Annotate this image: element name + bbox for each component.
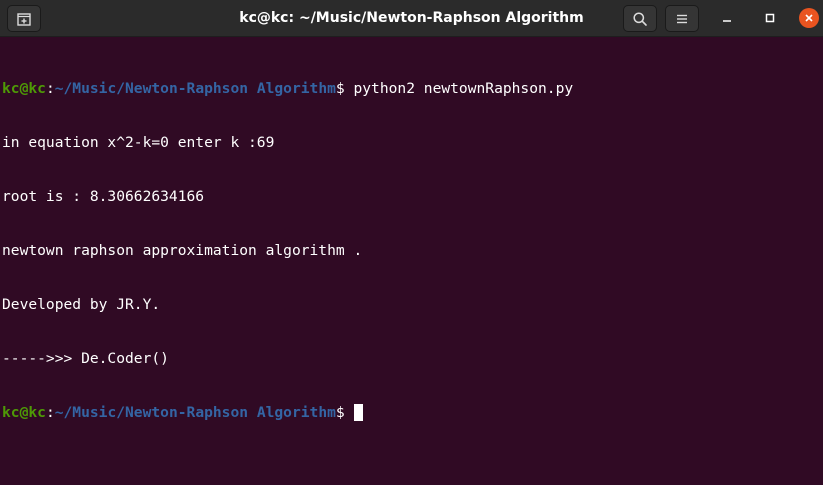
minimize-button[interactable]	[716, 7, 738, 29]
prompt-dollar: $	[335, 80, 345, 97]
output-line: newtown raphson approximation algorithm …	[2, 242, 363, 259]
close-button[interactable]	[798, 7, 820, 29]
maximize-icon	[765, 13, 775, 23]
prompt-path: ~/Music/Newton-Raphson Algorithm	[54, 80, 336, 97]
prompt-line: kc@kc:~/Music/Newton-Raphson Algorithm$	[2, 404, 823, 422]
title-bar[interactable]: kc@kc: ~/Music/Newton-Raphson Algorithm	[0, 0, 823, 37]
text-cursor[interactable]	[353, 404, 363, 421]
new-tab-icon	[17, 12, 31, 26]
output-line: root is : 8.30662634166	[2, 188, 205, 205]
output-line: Developed by JR.Y.	[2, 296, 161, 313]
prompt-line: kc@kc:~/Music/Newton-Raphson Algorithm$ …	[2, 80, 823, 98]
output-line: in equation x^2-k=0 enter k :69	[2, 134, 275, 151]
terminal-output-area[interactable]: kc@kc:~/Music/Newton-Raphson Algorithm$ …	[0, 38, 823, 485]
close-icon	[805, 14, 813, 22]
hamburger-menu-icon	[677, 14, 687, 23]
search-button[interactable]	[623, 5, 657, 32]
output-line: ----->>> De.Coder()	[2, 350, 169, 367]
prompt-colon: :	[45, 404, 55, 421]
prompt-user: kc@kc	[2, 404, 46, 421]
command-text: python2 newtownRaphson.py	[344, 80, 574, 97]
minimize-icon	[723, 20, 731, 22]
prompt-user: kc@kc	[2, 80, 46, 97]
close-button-disc[interactable]	[799, 8, 819, 28]
prompt-dollar: $	[335, 404, 345, 421]
prompt-path: ~/Music/Newton-Raphson Algorithm	[54, 404, 336, 421]
terminal-window: kc@kc: ~/Music/Newton-Raphson Algorithm	[0, 0, 823, 485]
maximize-button[interactable]	[759, 7, 781, 29]
window-title: kc@kc: ~/Music/Newton-Raphson Algorithm	[239, 10, 584, 26]
search-icon	[633, 11, 647, 26]
command-text	[345, 404, 354, 421]
new-tab-button[interactable]	[7, 5, 41, 32]
menu-button[interactable]	[665, 5, 699, 32]
prompt-colon: :	[45, 80, 55, 97]
